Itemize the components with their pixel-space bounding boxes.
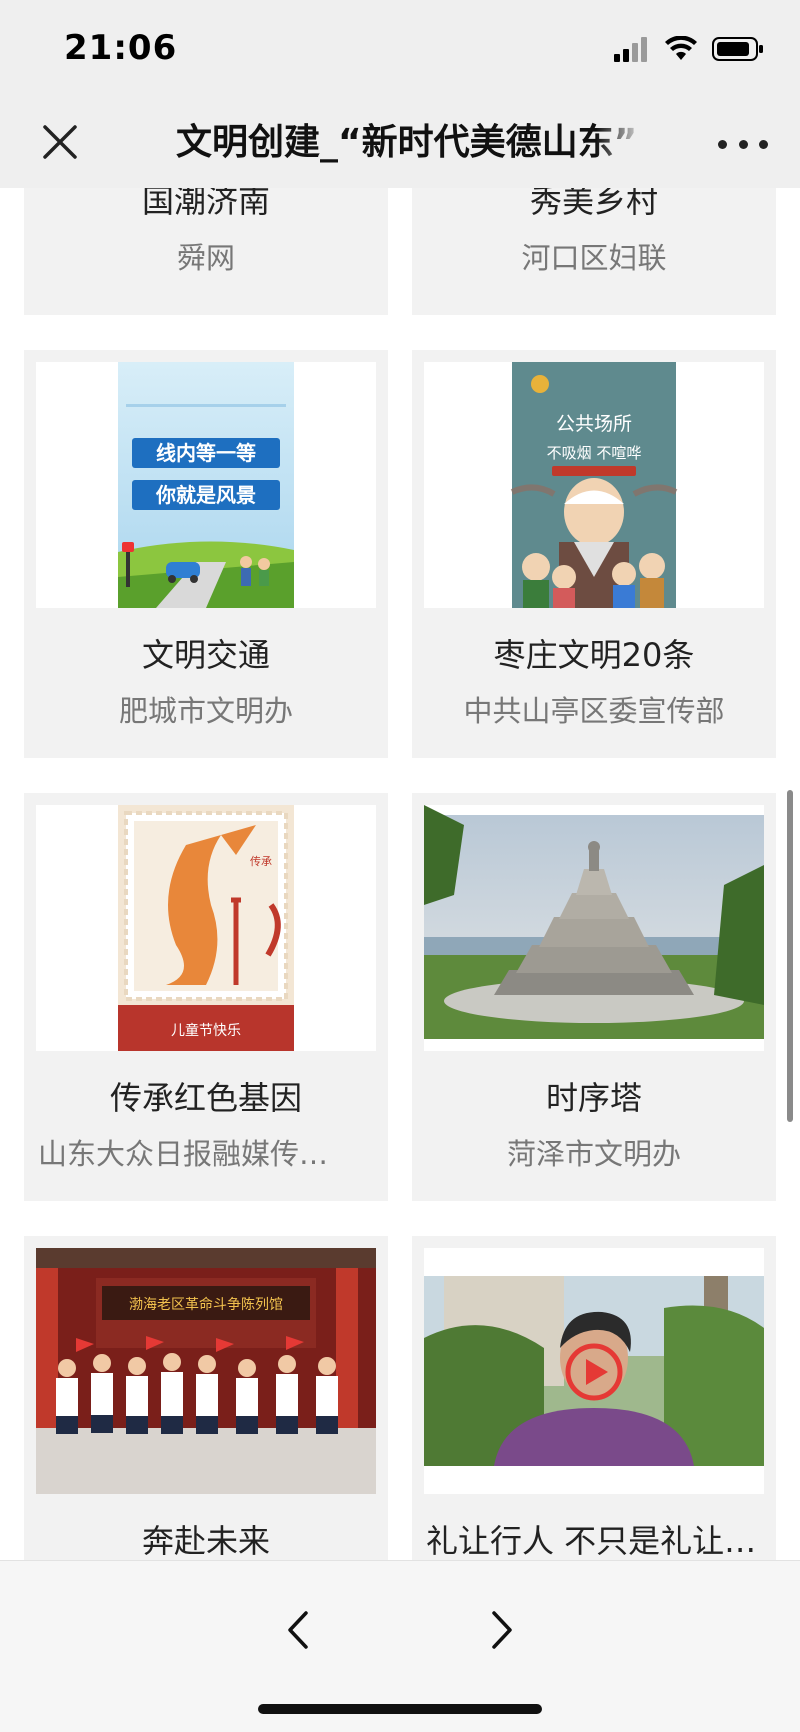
card-title: 传承红色基因 bbox=[109, 1079, 302, 1117]
card-source: 肥城市文明办 bbox=[118, 694, 293, 728]
card-wenming-jiaotong[interactable]: 线内等一等 你就是风景 文明交通 肥城市文明办 bbox=[24, 350, 388, 758]
forward-button[interactable] bbox=[482, 1605, 522, 1655]
poster-line-2: 你就是风景 bbox=[155, 483, 256, 507]
card-thumbnail: 传承 儿童节快乐 bbox=[36, 805, 376, 1051]
poster-line-2: 不吸烟 不喧哗 bbox=[547, 444, 642, 462]
card-title: 文明交通 bbox=[141, 636, 270, 674]
card-chuancheng-hongse[interactable]: 传承 儿童节快乐 传承红色基因 山东大众日报融媒传… bbox=[24, 793, 388, 1201]
poster-line-1: 公共场所 bbox=[556, 413, 632, 435]
card-zaozhuang-wenming[interactable]: 公共场所 不吸烟 不喧哗 枣庄文明20条 中共山亭区委宣传部 bbox=[412, 350, 776, 758]
signal-icon bbox=[614, 37, 647, 62]
status-icons bbox=[614, 34, 764, 64]
card-title: 时序塔 bbox=[545, 1079, 642, 1117]
svg-text:传承: 传承 bbox=[250, 855, 272, 868]
battery-icon bbox=[712, 37, 763, 61]
poster-line-1: 线内等一等 bbox=[156, 441, 256, 465]
card-thumbnail: 线内等一等 你就是风景 bbox=[36, 362, 376, 608]
card-xiumei-xiangcun[interactable]: 秀美乡村 河口区妇联 bbox=[412, 188, 776, 315]
students-photo-image: 渤海老区革命斗争陈列馆 bbox=[36, 1248, 376, 1494]
card-benfu-weilai[interactable]: 渤海老区革命斗争陈列馆 奔赴未来 bbox=[24, 1236, 388, 1560]
more-button[interactable] bbox=[718, 124, 768, 164]
card-title: 国潮济南 bbox=[141, 188, 270, 220]
title-fade bbox=[596, 118, 646, 168]
pagoda-photo-image bbox=[424, 805, 764, 1039]
no-smoking-poster-image: 公共场所 不吸烟 不喧哗 bbox=[510, 362, 678, 608]
card-source: 舜网 bbox=[176, 241, 235, 275]
close-button[interactable] bbox=[36, 118, 84, 166]
card-title: 奔赴未来 bbox=[141, 1522, 270, 1560]
childrens-day-poster-image: 传承 儿童节快乐 bbox=[118, 805, 294, 1051]
page-title: 文明创建_“新时代美德山东” bbox=[176, 122, 636, 163]
card-source: 菏泽市文明办 bbox=[506, 1137, 681, 1171]
home-indicator[interactable] bbox=[258, 1704, 542, 1714]
card-lirang-xingren[interactable]: 礼让行人 不只是礼让… bbox=[412, 1236, 776, 1560]
card-source: 山东大众日报融媒传… bbox=[38, 1137, 329, 1171]
poster-caption: 儿童节快乐 bbox=[171, 1022, 241, 1039]
nav-bar: 文明创建_“新时代美德山东” bbox=[0, 100, 800, 188]
content-grid: 国潮济南 舜网 秀美乡村 河口区妇联 线内等一等 你就是风景 文明交通 肥城市文… bbox=[0, 188, 800, 1560]
card-title: 枣庄文明20条 bbox=[493, 636, 695, 674]
card-thumbnail bbox=[424, 1248, 764, 1494]
card-thumbnail: 公共场所 不吸烟 不喧哗 bbox=[424, 362, 764, 608]
museum-sign: 渤海老区革命斗争陈列馆 bbox=[129, 1296, 283, 1313]
more-dot bbox=[718, 139, 727, 149]
status-time: 21:06 bbox=[64, 28, 178, 68]
wifi-icon bbox=[665, 36, 697, 60]
card-title: 秀美乡村 bbox=[529, 188, 658, 220]
card-source: 中共山亭区委宣传部 bbox=[463, 694, 725, 728]
card-source: 河口区妇联 bbox=[521, 241, 667, 275]
status-bar: 21:06 bbox=[0, 0, 800, 100]
card-shixu-ta[interactable]: 时序塔 菏泽市文明办 bbox=[412, 793, 776, 1201]
card-thumbnail: 渤海老区革命斗争陈列馆 bbox=[36, 1248, 376, 1494]
chevron-right-icon bbox=[492, 1611, 512, 1649]
back-button[interactable] bbox=[278, 1605, 318, 1655]
card-thumbnail bbox=[424, 805, 764, 1051]
more-dot bbox=[759, 139, 768, 149]
video-thumbnail-image bbox=[424, 1276, 764, 1466]
card-title: 礼让行人 不只是礼让… bbox=[426, 1522, 757, 1560]
more-dot bbox=[738, 139, 748, 149]
traffic-poster-image: 线内等一等 你就是风景 bbox=[118, 362, 294, 608]
close-icon bbox=[43, 125, 77, 159]
card-guochao-jinan[interactable]: 国潮济南 舜网 bbox=[24, 188, 388, 315]
chevron-left-icon bbox=[288, 1611, 308, 1649]
scrollbar[interactable] bbox=[787, 790, 793, 1122]
